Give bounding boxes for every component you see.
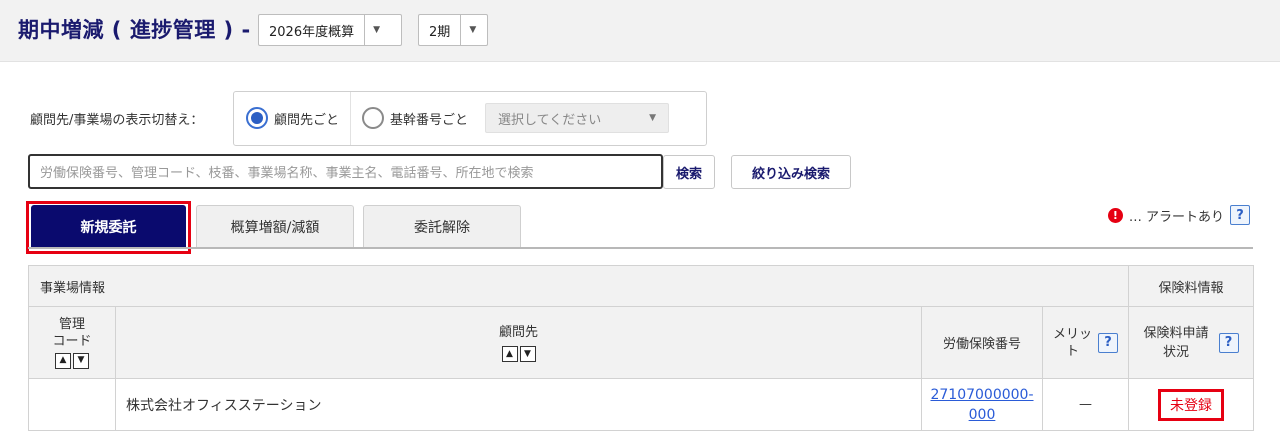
column-header-status: 保険料申請 状況 ?	[1128, 306, 1255, 379]
cell-code	[28, 378, 116, 431]
display-switch-group: 顧問先ごと 基幹番号ごと 選択してください ▼	[233, 91, 707, 146]
sort-desc-icon[interactable]: ▼	[73, 352, 89, 369]
column-header-code: 管理 コード ▲ ▼	[28, 306, 116, 379]
radio-base-number-label: 基幹番号ごと	[390, 112, 469, 128]
table-row[interactable]: 株式会社オフィスステーション 27107000000- 000 — 未登録	[28, 378, 1255, 431]
tab-estimate-change[interactable]: 概算増額/減額	[196, 205, 354, 248]
sort-asc-icon[interactable]: ▲	[55, 352, 71, 369]
radio-client-label: 顧問先ごと	[274, 112, 340, 128]
page-header: 期中増減 ( 進捗管理 ) - 2026年度概算 ▼ 2期 ▼	[0, 0, 1280, 62]
column-header-client: 顧問先 ▲ ▼	[115, 306, 922, 379]
sort-asc-icon[interactable]: ▲	[501, 345, 518, 362]
cell-insurance-no: 27107000000- 000	[921, 378, 1043, 431]
column-header-code-line2: コード	[52, 334, 92, 350]
tabs-underline	[28, 247, 1253, 249]
group-header-premium: 保険料情報	[1128, 265, 1255, 307]
sort-controls: ▲ ▼	[501, 345, 536, 362]
sort-desc-icon[interactable]: ▼	[519, 345, 536, 362]
divider	[350, 92, 351, 145]
insurance-no-link-line2[interactable]: 000	[923, 405, 1041, 425]
group-header-office: 事業場情報	[27, 265, 1130, 307]
cell-merit: —	[1041, 378, 1130, 431]
column-header-client-label: 顧問先	[498, 324, 538, 340]
radio-client[interactable]: 顧問先ごと	[246, 107, 339, 129]
display-switch-label: 顧問先/事業場の表示切替え：	[30, 113, 204, 128]
chevron-down-icon: ▼	[649, 113, 656, 123]
base-number-select-placeholder: 選択してください	[498, 112, 602, 128]
page-title: 期中増減 ( 進捗管理 ) -	[18, 18, 251, 42]
filter-search-button[interactable]: 絞り込み検索	[731, 155, 851, 189]
column-header-code-line1: 管理	[58, 317, 85, 333]
search-button[interactable]: 検索	[663, 155, 715, 189]
radio-base-number[interactable]: 基幹番号ごと	[362, 107, 468, 129]
radio-selected-icon[interactable]	[246, 107, 268, 129]
column-header-merit-line2: ト	[1066, 343, 1080, 359]
column-header-status-line1: 保険料申請	[1143, 325, 1209, 341]
column-header-merit-line1: メリッ	[1053, 326, 1093, 342]
base-number-select[interactable]: 選択してください ▼	[485, 103, 669, 133]
office-table: 事業場情報 保険料情報 管理 コード ▲ ▼ 顧問先 ▲ ▼ 労働保険番号 メリ…	[27, 265, 1255, 431]
alert-legend-text: … アラートあり	[1128, 209, 1224, 225]
column-header-insurance-no: 労働保険番号	[921, 306, 1043, 379]
period-value: 2期	[429, 24, 451, 40]
help-icon[interactable]: ?	[1230, 205, 1250, 225]
fiscal-year-select[interactable]: 2026年度概算 ▼	[258, 14, 402, 46]
alert-legend: ! … アラートあり ?	[1107, 205, 1250, 225]
chevron-down-icon[interactable]: ▼	[460, 15, 484, 45]
radio-unselected-icon[interactable]	[362, 107, 384, 129]
chevron-down-icon[interactable]: ▼	[364, 15, 388, 45]
column-header-merit: メリッ ト ?	[1041, 306, 1130, 379]
tab-contract-cancel[interactable]: 委託解除	[363, 205, 521, 248]
column-header-status-line2: 状況	[1163, 344, 1190, 360]
alert-icon: !	[1107, 207, 1123, 223]
cell-status: 未登録	[1128, 378, 1255, 431]
period-select[interactable]: 2期 ▼	[418, 14, 488, 46]
help-icon[interactable]: ?	[1218, 332, 1239, 353]
status-badge[interactable]: 未登録	[1158, 388, 1225, 421]
fiscal-year-value: 2026年度概算	[269, 24, 355, 40]
insurance-no-link-line1[interactable]: 27107000000-	[923, 385, 1041, 405]
cell-client[interactable]: 株式会社オフィスステーション	[115, 378, 922, 431]
sort-controls: ▲ ▼	[55, 352, 89, 369]
help-icon[interactable]: ?	[1098, 332, 1119, 353]
search-input[interactable]: 労働保険番号、管理コード、枝番、事業場名称、事業主名、電話番号、所在地で検索	[28, 154, 663, 189]
